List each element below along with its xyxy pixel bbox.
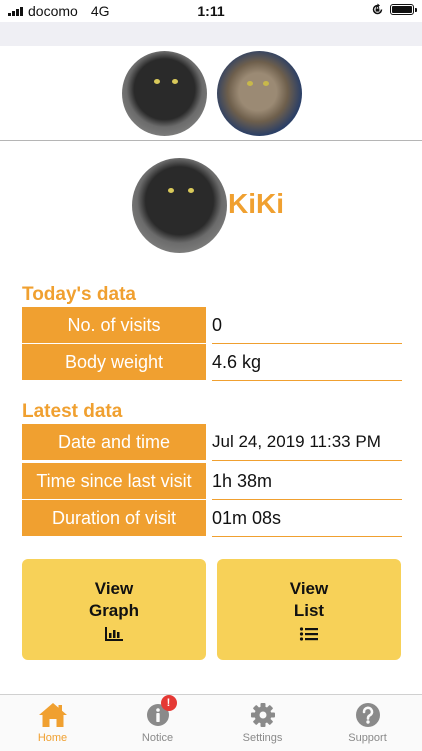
data-row-datetime: Date and time Jul 24, 2019 11:33 PM <box>22 424 402 461</box>
data-label: Body weight <box>22 344 206 380</box>
cat-selector <box>0 46 422 141</box>
todays-data-title: Today's data <box>22 284 136 305</box>
data-label: No. of visits <box>22 307 206 343</box>
clock: 1:11 <box>197 3 225 19</box>
latest-data-title: Latest data <box>22 401 123 422</box>
selected-cat-name: KiKi <box>228 188 284 219</box>
data-row-duration: Duration of visit 01m 08s <box>22 500 402 537</box>
gear-icon <box>250 703 275 727</box>
tab-label: Notice <box>141 732 174 744</box>
data-value: Jul 24, 2019 11:33 PM <box>212 424 402 461</box>
view-list-button[interactable]: View List <box>217 559 401 660</box>
bar-chart-icon <box>105 626 123 641</box>
tab-label: Settings <box>242 732 283 744</box>
cat-avatar-black[interactable] <box>122 51 207 136</box>
data-label: Duration of visit <box>22 500 206 536</box>
data-value: 01m 08s <box>212 500 402 537</box>
data-row-visits: No. of visits 0 <box>22 307 402 344</box>
button-label: View <box>94 578 134 598</box>
home-icon <box>38 703 67 727</box>
data-label: Time since last visit <box>22 463 206 499</box>
button-label: Graph <box>88 600 140 620</box>
notification-badge: ! <box>160 695 177 711</box>
tab-notice[interactable]: ! Notice <box>105 695 210 751</box>
question-icon <box>355 703 380 727</box>
button-label: List <box>293 600 325 620</box>
nav-band <box>0 22 422 46</box>
tab-support[interactable]: Support <box>315 695 420 751</box>
orientation-lock-icon <box>372 3 383 15</box>
tab-bar: Home ! Notice Settings Support <box>0 694 422 751</box>
view-graph-button[interactable]: View Graph <box>22 559 206 660</box>
data-row-weight: Body weight 4.6 kg <box>22 344 402 381</box>
button-label: View <box>289 578 329 598</box>
data-label: Date and time <box>22 424 206 460</box>
tab-settings[interactable]: Settings <box>210 695 315 751</box>
data-value: 1h 38m <box>212 463 402 500</box>
tab-label: Home <box>37 732 68 744</box>
battery-icon <box>390 4 417 15</box>
tab-label: Support <box>348 732 387 744</box>
tab-home[interactable]: Home <box>0 695 105 751</box>
data-row-since-last: Time since last visit 1h 38m <box>22 463 402 500</box>
status-bar: docomo 4G 1:11 <box>0 0 422 22</box>
data-value: 0 <box>212 307 402 344</box>
selected-cat-avatar <box>132 158 227 253</box>
list-icon <box>299 626 318 641</box>
data-value: 4.6 kg <box>212 344 402 381</box>
cat-avatar-tabby[interactable] <box>217 51 302 136</box>
